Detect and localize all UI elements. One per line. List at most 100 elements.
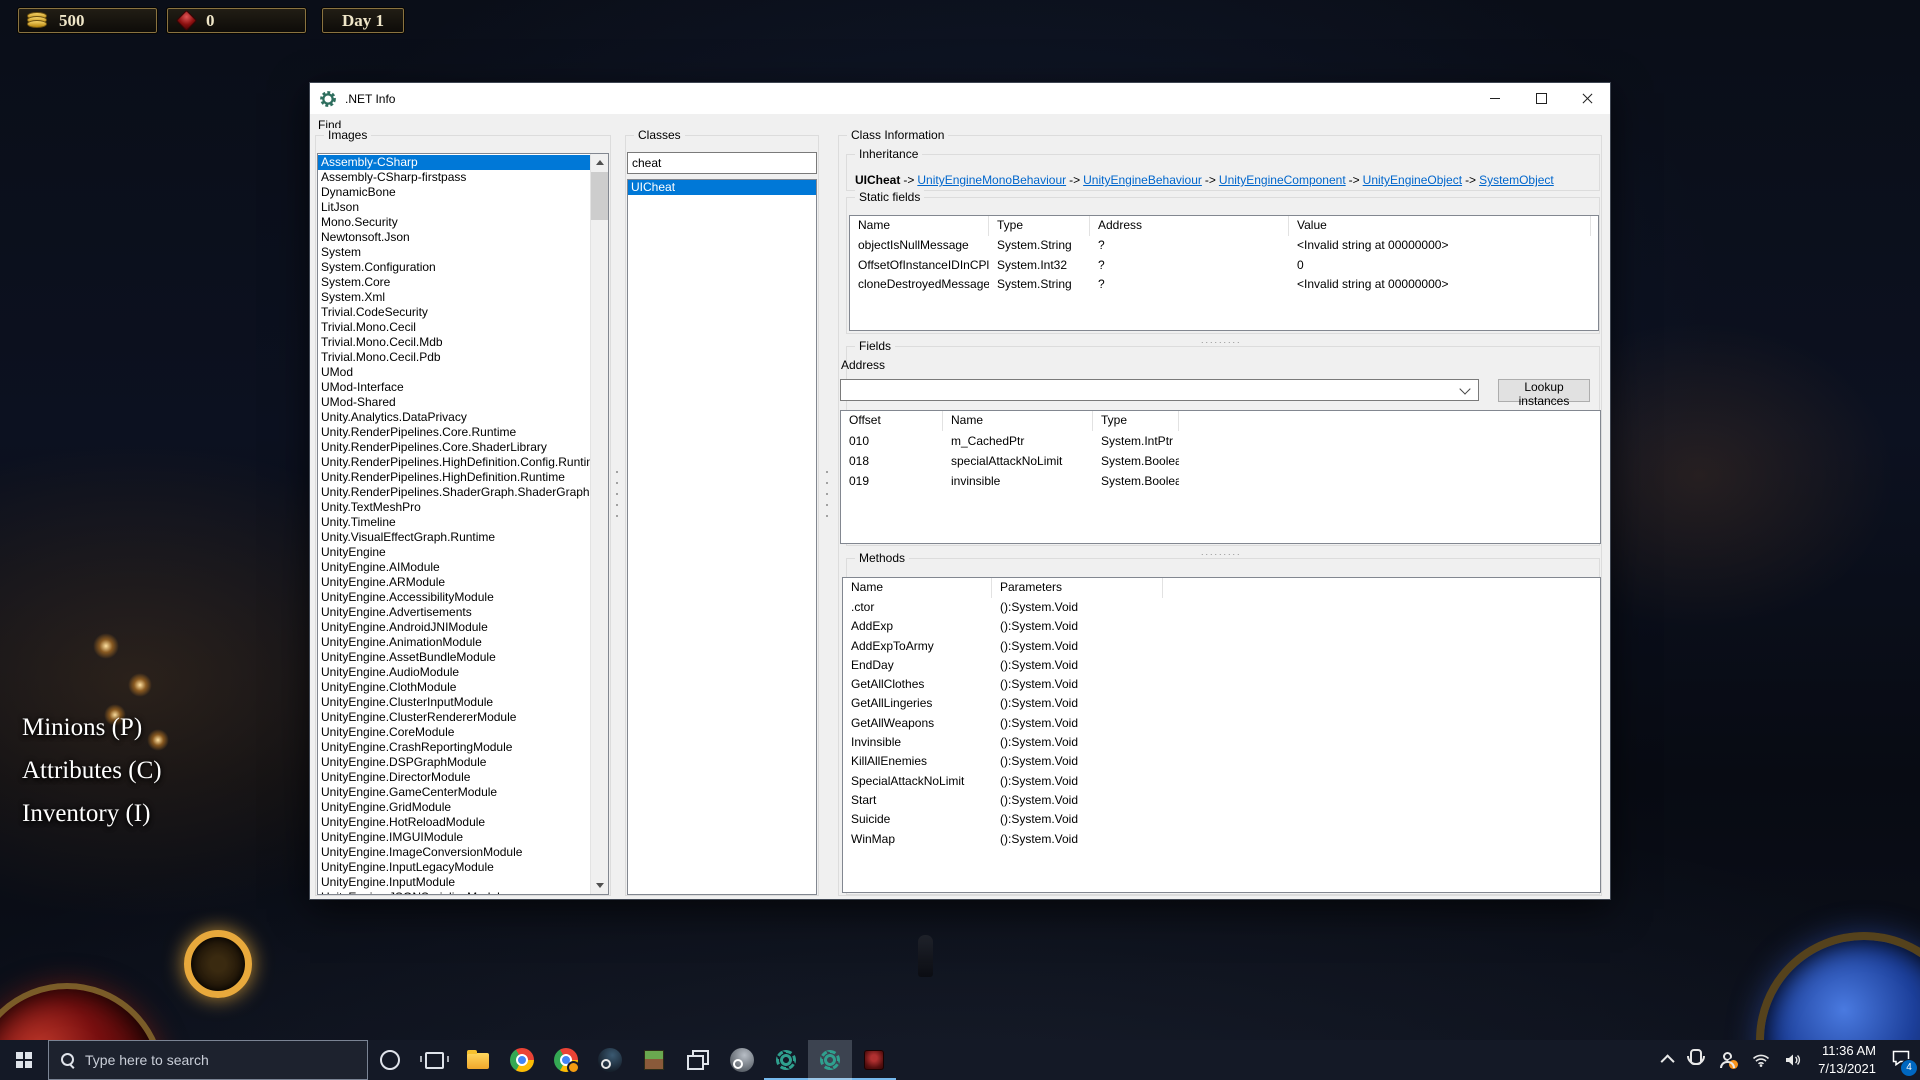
column-header[interactable]: Address [1090,216,1289,236]
table-row[interactable]: Invinsible ():System.Void [843,733,1600,752]
list-item[interactable]: Trivial.Mono.Cecil.Pdb [318,350,591,365]
list-item[interactable]: UnityEngine.CrashReportingModule [318,740,591,755]
table-row[interactable]: AddExp ():System.Void [843,617,1600,636]
list-item[interactable]: Unity.Analytics.DataPrivacy [318,410,591,425]
column-header[interactable]: Name [843,578,992,598]
glowing-ring-button[interactable] [184,930,252,998]
list-item[interactable]: Unity.RenderPipelines.Core.Runtime [318,425,591,440]
list-item[interactable]: UnityEngine.ARModule [318,575,591,590]
game-menu-minions[interactable]: Minions (P) [22,714,142,742]
column-header[interactable]: Type [989,216,1090,236]
list-item[interactable]: UnityEngine.InputModule [318,875,591,890]
wifi-icon[interactable] [1752,1054,1770,1067]
list-item[interactable]: UnityEngine.AnimationModule [318,635,591,650]
list-item[interactable]: Unity.RenderPipelines.Core.ShaderLibrary [318,440,591,455]
column-header[interactable]: Name [943,411,1093,431]
taskbar-app-button[interactable] [720,1040,764,1080]
list-item[interactable]: Assembly-CSharp-firstpass [318,170,591,185]
table-row[interactable]: Suicide ():System.Void [843,810,1600,829]
list-item[interactable]: UnityEngine.AccessibilityModule [318,590,591,605]
section-splitter[interactable]: ......... [1201,337,1242,343]
list-item[interactable]: UnityEngine.AssetBundleModule [318,650,591,665]
scrollbar-thumb[interactable] [591,172,608,220]
list-item[interactable]: UMod [318,365,591,380]
list-item[interactable]: Unity.RenderPipelines.HighDefinition.Run… [318,470,591,485]
taskbar-app-button[interactable] [676,1040,720,1080]
taskbar-app-button[interactable] [632,1040,676,1080]
user-account-icon[interactable] [1718,1052,1736,1068]
chevron-up-icon[interactable] [1661,1054,1675,1068]
taskbar-app-button[interactable] [852,1040,896,1080]
table-row[interactable]: 010 m_CachedPtr System.IntPtr [841,431,1600,451]
column-header[interactable]: Name [850,216,989,236]
table-row[interactable]: GetAllClothes ():System.Void [843,675,1600,694]
section-splitter[interactable]: ......... [1201,549,1242,555]
list-item[interactable]: UnityEngine.DirectorModule [318,770,591,785]
close-button[interactable] [1564,83,1610,114]
table-row[interactable]: GetAllWeapons ():System.Void [843,714,1600,733]
list-item[interactable]: Trivial.Mono.Cecil [318,320,591,335]
address-combobox[interactable] [840,379,1479,401]
scroll-down-button[interactable] [591,877,608,894]
maximize-button[interactable] [1518,83,1564,114]
list-item[interactable]: UnityEngine.IMGUIModule [318,830,591,845]
list-item[interactable]: Trivial.CodeSecurity [318,305,591,320]
list-item[interactable]: UnityEngine.GridModule [318,800,591,815]
game-menu-attributes[interactable]: Attributes (C) [22,757,162,785]
list-item[interactable]: UnityEngine.ImageConversionModule [318,845,591,860]
list-item[interactable]: DynamicBone [318,185,591,200]
list-item[interactable]: Unity.TextMeshPro [318,500,591,515]
table-row[interactable]: cloneDestroyedMessage System.String ? <I… [850,275,1598,295]
table-row[interactable]: KillAllEnemies ():System.Void [843,752,1600,771]
list-item[interactable]: UICheat [628,180,816,195]
column-header[interactable]: Offset [841,411,943,431]
list-item[interactable]: System.Configuration [318,260,591,275]
inheritance-link[interactable]: SystemObject [1479,173,1554,187]
list-item[interactable]: Unity.RenderPipelines.HighDefinition.Con… [318,455,591,470]
list-item[interactable]: UnityEngine.CoreModule [318,725,591,740]
list-item[interactable]: UMod-Interface [318,380,591,395]
list-item[interactable]: System.Xml [318,290,591,305]
list-item[interactable]: UnityEngine.ClusterRendererModule [318,710,591,725]
taskbar-app-button[interactable] [456,1040,500,1080]
taskbar-app-button[interactable] [764,1040,808,1080]
table-row[interactable]: .ctor ():System.Void [843,598,1600,617]
action-center-button[interactable]: 4 [1892,1050,1910,1071]
microphone-icon[interactable] [1690,1049,1702,1065]
column-header[interactable]: Parameters [992,578,1163,598]
inheritance-link[interactable]: UnityEngineComponent [1219,173,1346,187]
list-item[interactable]: System [318,245,591,260]
list-item[interactable]: Unity.Timeline [318,515,591,530]
start-button[interactable] [0,1040,48,1080]
list-item[interactable]: Unity.RenderPipelines.ShaderGraph.Shader… [318,485,591,500]
list-item[interactable]: Mono.Security [318,215,591,230]
list-item[interactable]: UnityEngine.AIModule [318,560,591,575]
list-item[interactable]: UnityEngine.InputLegacyModule [318,860,591,875]
list-item[interactable]: Unity.VisualEffectGraph.Runtime [318,530,591,545]
class-search-input[interactable] [627,152,817,174]
taskbar-app-button[interactable] [544,1040,588,1080]
list-item[interactable]: UMod-Shared [318,395,591,410]
game-menu-inventory[interactable]: Inventory (I) [22,800,150,828]
table-row[interactable]: WinMap ():System.Void [843,830,1600,849]
table-row[interactable]: AddExpToArmy ():System.Void [843,637,1600,656]
taskbar-app-button[interactable] [808,1040,852,1080]
taskbar-app-button[interactable] [500,1040,544,1080]
list-item[interactable]: Newtonsoft.Json [318,230,591,245]
table-row[interactable]: SpecialAttackNoLimit ():System.Void [843,772,1600,791]
lookup-instances-button[interactable]: Lookup instances [1498,379,1590,402]
panel-splitter[interactable] [614,471,620,517]
images-scrollbar[interactable] [590,154,608,894]
column-header[interactable]: Type [1093,411,1179,431]
list-item[interactable]: UnityEngine.HotReloadModule [318,815,591,830]
taskbar-clock[interactable]: 11:36 AM 7/13/2021 [1818,1042,1876,1077]
inheritance-link[interactable]: UnityEngineBehaviour [1083,173,1202,187]
table-row[interactable]: EndDay ():System.Void [843,656,1600,675]
table-row[interactable]: 018 specialAttackNoLimit System.Boolean [841,451,1600,471]
list-item[interactable]: Assembly-CSharp [318,155,591,170]
minimize-button[interactable] [1472,83,1518,114]
table-row[interactable]: OffsetOfInstanceIDInCPl... System.Int32 … [850,256,1598,276]
list-item[interactable]: UnityEngine.AndroidJNIModule [318,620,591,635]
list-item[interactable]: UnityEngine.ClothModule [318,680,591,695]
list-item[interactable]: UnityEngine.ClusterInputModule [318,695,591,710]
